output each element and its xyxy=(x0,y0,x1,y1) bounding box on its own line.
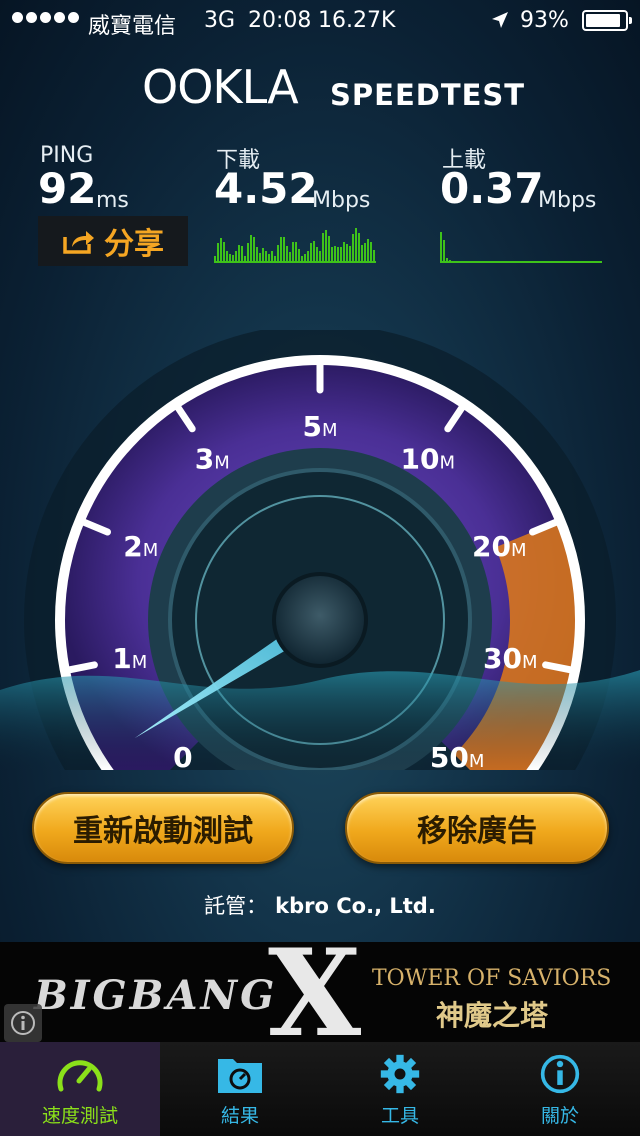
network-type: 3G xyxy=(204,8,236,33)
share-button[interactable]: 分享 xyxy=(38,216,188,266)
share-label: 分享 xyxy=(104,227,164,262)
ad-tower-title: TOWER OF SAVIORS xyxy=(372,966,612,991)
location-arrow-icon xyxy=(490,10,510,36)
ad-bigbang-text: BIGBANG xyxy=(34,972,278,1019)
ping-unit: ms xyxy=(96,188,129,213)
speedometer-icon xyxy=(57,1060,103,1092)
ad-tower-subtitle: 神魔之塔 xyxy=(436,999,549,1032)
ad-banner[interactable]: BIGBANG X TOWER OF SAVIORS 神魔之塔 xyxy=(0,942,640,1042)
carrier-name: 威寶電信 xyxy=(88,14,177,39)
gauge-body xyxy=(0,330,640,770)
tab-tools[interactable]: 工具 xyxy=(320,1042,480,1136)
speed-gauge: 01M2M3M5M10M20M30M50M xyxy=(0,330,640,770)
tab-results[interactable]: 結果 xyxy=(160,1042,320,1136)
download-unit: Mbps xyxy=(312,188,371,213)
tab-about-label: 關於 xyxy=(540,1105,579,1127)
host-label: 託管： xyxy=(204,894,268,918)
upload-graph xyxy=(440,232,602,263)
tab-tools-label: 工具 xyxy=(380,1105,419,1127)
share-arrow-icon xyxy=(63,231,94,254)
host-info: 託管： kbro Co., Ltd. xyxy=(0,890,640,920)
tab-speedtest[interactable]: 速度測試 xyxy=(0,1042,160,1136)
clock: 20:08 xyxy=(248,8,312,33)
wave-floor xyxy=(0,670,640,770)
signal-strength-icon xyxy=(12,12,79,23)
info-icon xyxy=(540,1054,580,1094)
tab-speedtest-label: 速度測試 xyxy=(41,1105,118,1127)
speedtest-screen: 威寶電信 3G 20:08 16.27K 93% OOKLA SPEEDTEST… xyxy=(0,0,640,1136)
download-graph xyxy=(214,228,376,263)
results-folder-icon xyxy=(218,1059,262,1093)
upload-unit: Mbps xyxy=(538,188,597,213)
battery-icon xyxy=(582,10,632,31)
upload-value: 0.37 xyxy=(440,164,544,213)
gear-icon xyxy=(380,1054,420,1094)
needle-hub xyxy=(272,572,368,668)
host-name: kbro Co., Ltd. xyxy=(275,894,436,918)
restart-test-button[interactable]: 重新啟動測試 xyxy=(32,792,294,864)
data-rate: 16.27K xyxy=(318,8,396,33)
remove-ads-button[interactable]: 移除廣告 xyxy=(345,792,609,864)
status-bar: 威寶電信 3G 20:08 16.27K 93% xyxy=(0,0,640,40)
ad-info-icon[interactable] xyxy=(4,1004,42,1042)
ping-value: 92 xyxy=(38,164,97,213)
download-value: 4.52 xyxy=(214,164,318,213)
gauge-tick xyxy=(65,661,98,674)
app-title: SPEEDTEST xyxy=(330,78,526,112)
tab-bar: 速度測試 結果 工具 關於 xyxy=(0,1042,640,1136)
tab-results-label: 結果 xyxy=(220,1105,259,1127)
ookla-logo: OOKLA xyxy=(142,60,299,114)
gauge-tick xyxy=(542,661,575,674)
tab-about[interactable]: 關於 xyxy=(480,1042,640,1136)
battery-percent: 93% xyxy=(520,8,569,33)
gauge-tick-label: 0 xyxy=(173,741,192,770)
ad-x-mark: X xyxy=(268,942,362,1042)
